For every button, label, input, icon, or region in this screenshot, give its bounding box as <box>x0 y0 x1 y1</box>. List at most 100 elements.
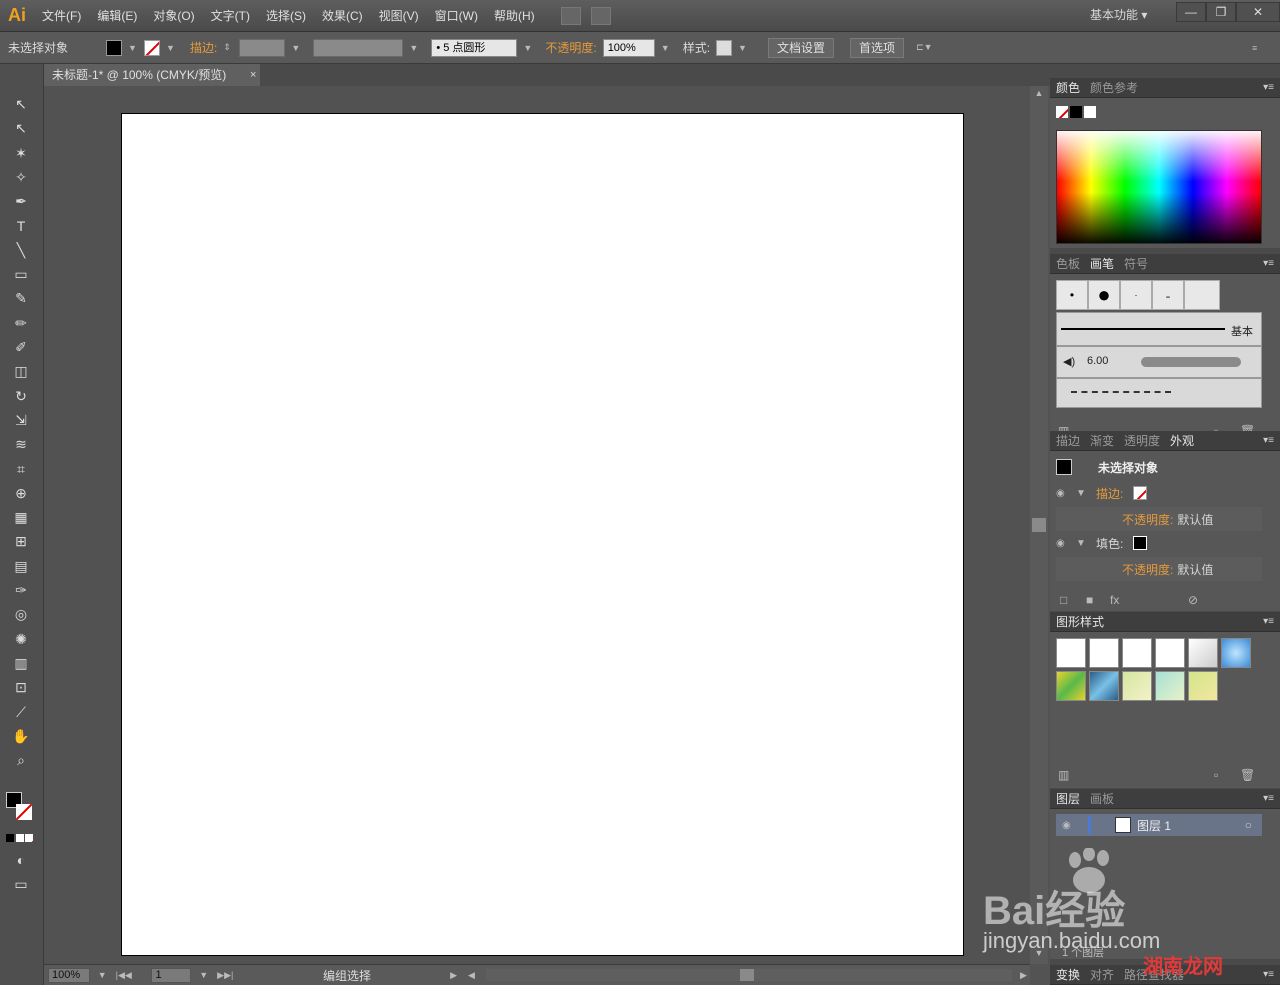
tab-transparency[interactable]: 透明度 <box>1124 432 1160 449</box>
graphic-style-yellow-texture[interactable] <box>1056 671 1086 701</box>
stroke-dropdown-icon[interactable]: ▼ <box>166 43 176 53</box>
tab-graphic-styles[interactable]: 图形样式 <box>1056 613 1104 630</box>
selection-tool-icon[interactable]: ↖ <box>10 94 32 114</box>
fill-attr-label[interactable]: 填色: <box>1096 535 1123 552</box>
pen-tool-icon[interactable]: ✒ <box>10 191 32 211</box>
brush-dot-tiny[interactable]: · <box>1120 280 1152 310</box>
menu-type[interactable]: 文字(T) <box>203 0 258 32</box>
tab-stroke[interactable]: 描边 <box>1056 432 1080 449</box>
menu-object[interactable]: 对象(O) <box>145 0 202 32</box>
eyedropper-tool-icon[interactable]: ✑ <box>10 580 32 600</box>
close-tab-icon[interactable]: × <box>250 64 256 86</box>
brush-art-row[interactable]: ◀) 6.00 <box>1056 346 1262 378</box>
artboard[interactable] <box>121 113 964 956</box>
clear-appearance-icon[interactable]: ⊘ <box>1188 593 1198 607</box>
vertical-scrollbar[interactable]: ▲ ▼ <box>1030 86 1048 964</box>
blob-brush-tool-icon[interactable]: ✐ <box>10 337 32 357</box>
appearance-stroke-opacity-row[interactable]: 不透明度: 默认值 <box>1056 507 1262 531</box>
delete-graphic-style-icon[interactable]: 🗑 <box>1240 768 1255 782</box>
color-mode-icon[interactable] <box>6 834 14 842</box>
tab-appearance[interactable]: 外观 <box>1170 432 1194 449</box>
appearance-stroke-row[interactable]: ◉ ▼ 描边: <box>1056 481 1262 505</box>
artboard-tool-icon[interactable]: ⊡ <box>10 677 32 697</box>
zoom-tool-icon[interactable]: ⌕ <box>10 750 32 770</box>
tab-layers[interactable]: 图层 <box>1056 790 1080 807</box>
menu-window[interactable]: 窗口(W) <box>427 0 486 32</box>
gradient-mode-icon[interactable] <box>16 834 24 842</box>
menu-select[interactable]: 选择(S) <box>258 0 314 32</box>
graphic-style-blue-glow[interactable] <box>1221 638 1251 668</box>
add-effect-icon[interactable]: fx <box>1110 593 1119 607</box>
type-tool-icon[interactable]: T <box>10 216 32 236</box>
stroke-color-box[interactable] <box>16 804 32 820</box>
brush-dropdown-icon[interactable]: ▼ <box>523 43 533 53</box>
black-color-swatch[interactable] <box>1070 106 1082 118</box>
style-dropdown-icon[interactable]: ▼ <box>738 43 748 53</box>
tab-brushes[interactable]: 画笔 <box>1090 255 1114 272</box>
brush-dot-large[interactable]: ● <box>1088 280 1120 310</box>
symbol-sprayer-tool-icon[interactable]: ✺ <box>10 629 32 649</box>
color-spectrum[interactable] <box>1056 130 1262 244</box>
column-graph-tool-icon[interactable]: ▥ <box>10 653 32 673</box>
stroke-label[interactable]: 描边: <box>190 39 217 56</box>
scroll-left-icon[interactable]: ◀ <box>468 970 478 981</box>
brush-basic-row[interactable]: 基本 <box>1056 312 1262 346</box>
graphic-style-mint-texture[interactable] <box>1155 671 1185 701</box>
tab-color-guide[interactable]: 颜色参考 <box>1090 79 1138 96</box>
appearance-panel-menu-icon[interactable]: ▾≡ <box>1263 435 1274 446</box>
tab-gradient[interactable]: 渐变 <box>1090 432 1114 449</box>
appearance-fill-opacity-row[interactable]: 不透明度: 默认值 <box>1056 557 1262 581</box>
tab-artboards[interactable]: 画板 <box>1090 790 1114 807</box>
magic-wand-tool-icon[interactable]: ✶ <box>10 143 32 163</box>
workspace-switcher[interactable]: 基本功能 ▾ <box>1090 6 1147 23</box>
fill-expand-triangle-icon[interactable]: ▼ <box>1076 538 1096 549</box>
none-mode-icon[interactable] <box>25 834 33 842</box>
opacity-label[interactable]: 不透明度: <box>545 39 596 56</box>
canvas-area[interactable] <box>44 86 1030 964</box>
graphic-style-gradient[interactable] <box>1188 638 1218 668</box>
tab-color[interactable]: 颜色 <box>1056 79 1080 96</box>
screen-mode-icon[interactable]: ▭ <box>10 874 32 894</box>
free-transform-tool-icon[interactable]: ⌗ <box>10 459 32 479</box>
fill-dropdown-icon[interactable]: ▼ <box>128 43 138 53</box>
graphic-style-libraries-icon[interactable]: ▥ <box>1058 768 1069 782</box>
brush-definition-field[interactable]: • 5 点圆形 <box>431 38 518 57</box>
artboard-dropdown-icon[interactable]: ▼ <box>199 970 209 980</box>
warp-tool-icon[interactable]: ≋ <box>10 434 32 454</box>
graphic-styles-menu-icon[interactable]: ▾≡ <box>1263 616 1274 627</box>
layer-name[interactable]: 图层 1 <box>1137 817 1171 834</box>
document-tab[interactable]: 未标题-1* @ 100% (CMYK/预览) × <box>44 64 260 86</box>
opacity-dropdown-icon[interactable]: ▼ <box>661 43 671 53</box>
graphic-style-pale-texture[interactable] <box>1122 671 1152 701</box>
tab-swatches[interactable]: 色板 <box>1056 255 1080 272</box>
menu-file[interactable]: 文件(F) <box>34 0 89 32</box>
layer-visibility-eye-icon[interactable]: ◉ <box>1062 820 1082 831</box>
rectangle-tool-icon[interactable]: ▭ <box>10 264 32 284</box>
pencil-tool-icon[interactable]: ✏ <box>10 313 32 333</box>
stroke-stepper-icon[interactable]: ⇕ <box>223 42 233 53</box>
blend-tool-icon[interactable]: ◎ <box>10 604 32 624</box>
appearance-fill-row[interactable]: ◉ ▼ 填色: <box>1056 531 1262 555</box>
variable-width-field[interactable] <box>313 38 404 57</box>
lasso-tool-icon[interactable]: ✧ <box>10 167 32 187</box>
control-panel-menu-icon[interactable]: ≡ <box>1252 43 1270 53</box>
status-menu-icon[interactable]: ▶ <box>450 970 460 981</box>
opacity-field[interactable]: 100% <box>602 38 655 57</box>
restore-button[interactable]: ❐ <box>1206 2 1236 22</box>
paintbrush-tool-icon[interactable]: ✎ <box>10 288 32 308</box>
arrange-documents-icon[interactable] <box>590 6 611 25</box>
gradient-tool-icon[interactable]: ▤ <box>10 556 32 576</box>
rotate-tool-icon[interactable]: ↻ <box>10 386 32 406</box>
align-options-icon[interactable]: ⊏▼ <box>916 42 940 53</box>
document-setup-button[interactable]: 文档设置 <box>768 37 835 58</box>
horizontal-scroll-track[interactable] <box>485 969 1013 981</box>
brush-calligraphic[interactable]: ˗ <box>1152 280 1184 310</box>
stroke-swatch[interactable] <box>144 39 160 56</box>
preferences-button[interactable]: 首选项 <box>850 37 905 58</box>
graphic-style-no-stroke[interactable] <box>1089 638 1119 668</box>
stroke-weight-field[interactable] <box>239 38 286 57</box>
layer-row[interactable]: ◉ 图层 1 ○ <box>1056 814 1262 836</box>
tab-symbols[interactable]: 符号 <box>1124 255 1148 272</box>
stroke-weight-dropdown-icon[interactable]: ▼ <box>291 43 301 53</box>
fill-swatch[interactable] <box>106 39 122 56</box>
